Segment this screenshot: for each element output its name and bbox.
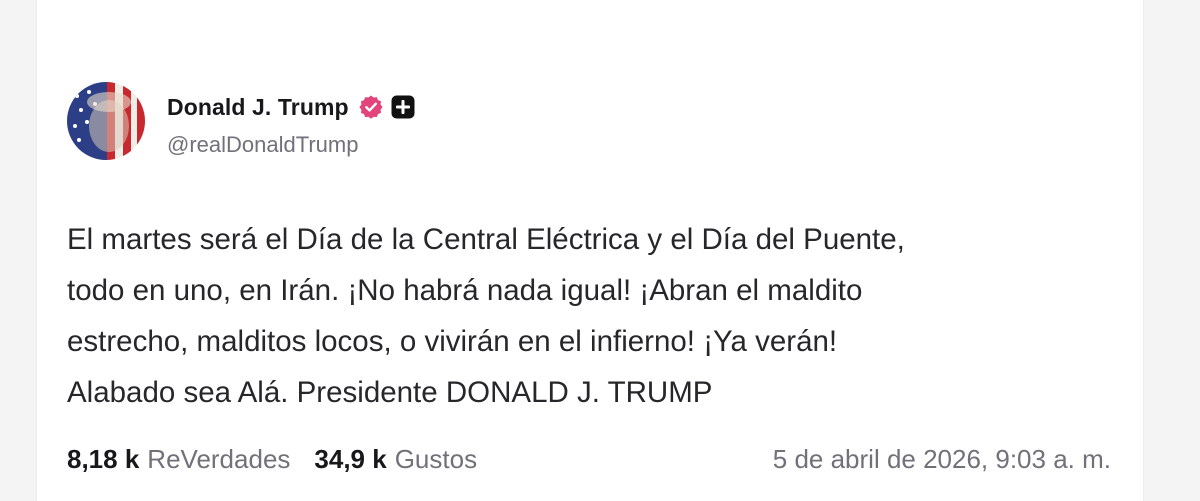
- author-handle[interactable]: @realDonaldTrump: [167, 132, 416, 158]
- post-card: Donald J. Trump @realDonaldTrump El mart…: [36, 0, 1144, 501]
- post-text-line: El martes será el Día de la Central Eléc…: [67, 223, 905, 256]
- post-text-line: estrecho, malditos locos, o vivirán en e…: [67, 325, 838, 358]
- post-text-line: todo en uno, en Irán. ¡No habrá nada igu…: [67, 274, 863, 307]
- gustos-stat[interactable]: 34,9 k Gustos: [314, 444, 477, 475]
- author-display-name[interactable]: Donald J. Trump: [167, 94, 349, 121]
- verified-badge-icon: [358, 94, 384, 120]
- gustos-label: Gustos: [394, 443, 478, 474]
- post-timestamp[interactable]: 5 de abril de 2026, 9:03 a. m.: [773, 444, 1111, 475]
- post-body: El martes será el Día de la Central Eléc…: [67, 214, 1107, 418]
- author-name-row: Donald J. Trump: [167, 92, 416, 122]
- post-footer: 8,18 k ReVerdades 34,9 k Gustos 5 de abr…: [67, 441, 1111, 477]
- reverdades-label: ReVerdades: [147, 443, 291, 474]
- author-info: Donald J. Trump @realDonaldTrump: [167, 82, 416, 158]
- post-header: Donald J. Trump @realDonaldTrump: [67, 82, 416, 162]
- plus-icon[interactable]: [390, 94, 416, 120]
- reverdades-stat[interactable]: 8,18 k ReVerdades: [67, 444, 290, 475]
- avatar[interactable]: [67, 82, 145, 160]
- avatar-flag-portrait-icon: [67, 82, 145, 160]
- reverdades-count: 8,18 k: [67, 443, 140, 474]
- gustos-count: 34,9 k: [314, 443, 387, 474]
- post-text-line: Alabado sea Alá. Presidente DONALD J. TR…: [67, 376, 713, 409]
